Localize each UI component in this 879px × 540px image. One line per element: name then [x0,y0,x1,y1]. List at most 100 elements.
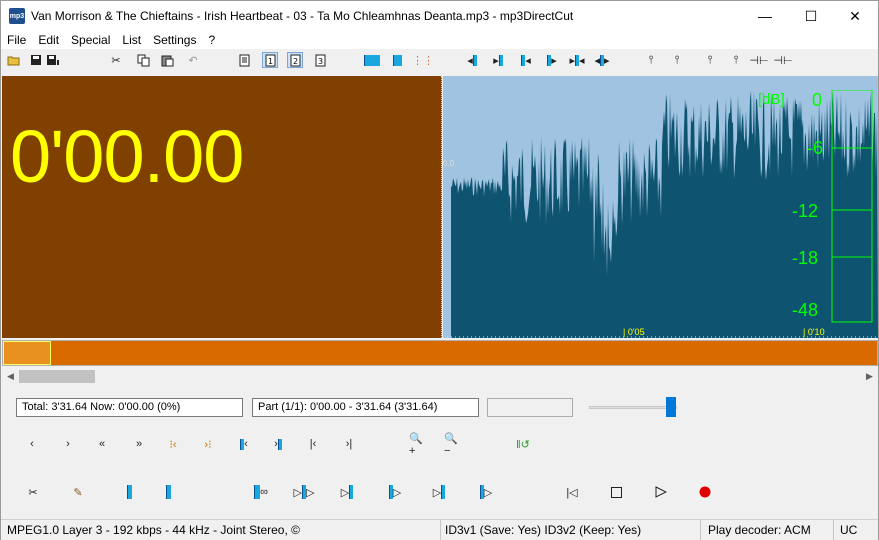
fade-in-icon[interactable]: ⫯ [643,52,659,68]
time-display: 0'00.00 [2,76,442,338]
play-after-icon[interactable]: ▷ [476,483,496,501]
save-icon[interactable] [28,52,44,68]
menu-edit[interactable]: Edit [32,33,65,47]
to-sel-end-icon[interactable]: › [268,435,288,453]
volume-slider-thumb[interactable] [666,397,676,417]
fast-forward-icon[interactable]: » [129,435,149,453]
move-right-icon[interactable]: ▸ [490,52,506,68]
status-id3: ID3v1 (Save: Yes) ID3v2 (Keep: Yes) [441,520,701,540]
horizontal-scrollbar[interactable]: ◀ ▶ [2,368,878,385]
status-decoder: Play decoder: ACM [704,520,834,540]
rewind-icon[interactable]: |◁ [562,483,582,501]
waveform-view[interactable]: 0.0 | 0'05 | 0'10 [dB] 0 -6 -12 -18 -48 [443,76,878,338]
status-bar: MPEG1.0 Layer 3 - 192 kbps - 44 kHz - Jo… [1,519,878,540]
ruler-mark-10s: | 0'10 [803,327,825,337]
cut-icon[interactable]: ✂ [108,52,124,68]
maximize-button[interactable]: ☐ [788,1,834,31]
page-icon[interactable] [236,52,252,68]
position-marker: 0.0 [443,159,455,168]
to-start-icon[interactable]: |‹ [303,435,323,453]
next-marker-icon[interactable]: ›⁝ [198,435,218,453]
to-end-icon[interactable]: ›| [339,435,359,453]
db-48-label: -48 [792,300,819,320]
marker-icon[interactable] [389,52,405,68]
menu-help[interactable]: ? [202,33,221,47]
part-field: Part (1/1): 0'00.00 - 3'31.64 (3'31.64) [252,398,479,417]
page-1-icon[interactable]: 1 [262,52,278,68]
scroll-right-icon[interactable]: ▶ [861,368,878,385]
menu-list[interactable]: List [116,33,147,47]
to-sel-start-icon[interactable]: ‹ [234,435,254,453]
page-2-icon[interactable]: 2 [287,52,303,68]
scroll-left-icon[interactable]: ◀ [2,368,19,385]
play-end-icon[interactable]: ▷ [429,483,449,501]
cue-icon[interactable] [363,52,381,68]
play-to-begin-icon[interactable]: ▷ [337,483,357,501]
marker-pen-icon[interactable]: ✎ [68,483,88,501]
timeline-selection[interactable] [3,341,51,365]
save-split-icon[interactable] [45,52,61,68]
menu-special[interactable]: Special [65,33,116,47]
menu-bar: File Edit Special List Settings ? [1,31,878,49]
set-begin-icon[interactable] [119,483,139,501]
close-button[interactable]: ✕ [832,1,878,31]
fade-out-icon[interactable]: ⫯ [669,52,685,68]
menu-settings[interactable]: Settings [147,33,202,47]
step-back-icon[interactable]: ‹ [22,435,42,453]
play-sel-icon[interactable]: ▷ ▷ [287,483,321,501]
play-icon[interactable] [651,483,671,501]
split-marks-icon[interactable]: ⊣⊢ [773,52,793,68]
scissors-icon[interactable]: ✂ [23,483,43,501]
db-6-label: -6 [807,138,824,158]
menu-file[interactable]: File [1,33,32,47]
move-left-icon[interactable]: ◂ [464,52,480,68]
svg-text:3: 3 [318,57,323,66]
total-now-field: Total: 3'31.64 Now: 0'00.00 (0%) [16,398,243,417]
db-0-label: 0 [812,90,823,110]
app-icon: mp3 [9,8,25,24]
undo-icon[interactable]: ↶ [185,52,201,68]
split-icon[interactable]: ⫯ [728,52,744,68]
overview-timeline[interactable] [2,340,878,366]
level-icon[interactable]: ǁ↺ [513,435,533,453]
level-meter [831,90,873,323]
open-icon[interactable] [6,52,22,68]
status-mode: UC [840,523,858,537]
svg-text:2: 2 [293,57,298,66]
dotted-marker-icon[interactable]: ⋮⋮ [412,52,434,68]
expand-right-icon[interactable]: ◂ ▸ [591,52,613,68]
set-end-icon[interactable] [158,483,178,501]
page-3-icon[interactable]: 3 [312,52,328,68]
stop-icon[interactable] [606,483,626,501]
db-12-label: -12 [792,201,819,221]
ruler-mark-5s: | 0'05 [623,327,645,337]
play-loop-icon[interactable]: ∞ [246,483,276,501]
window-title: Van Morrison & The Chieftains - Irish He… [31,9,574,23]
fade-icon[interactable]: ⫯ [702,52,718,68]
step-forward-icon[interactable]: › [58,435,78,453]
copy-icon[interactable] [135,52,151,68]
scroll-thumb[interactable] [19,370,95,383]
expand-left-icon[interactable]: ▸ ◂ [566,52,588,68]
time-readout: 0'00.00 [10,115,244,198]
record-icon[interactable] [695,483,715,501]
extra-field [487,398,573,417]
cursor-to-right-icon[interactable]: ▸ [544,52,560,68]
db-18-label: -18 [792,248,819,268]
volume-slider-track[interactable] [589,406,677,409]
play-begin-icon[interactable]: ▷ [385,483,405,501]
minimize-button[interactable]: — [742,1,788,31]
status-format: MPEG1.0 Layer 3 - 192 kbps - 44 kHz - Jo… [3,520,441,540]
split-all-icon[interactable]: ⊣⊢ [749,52,769,68]
fast-back-icon[interactable]: « [92,435,112,453]
title-bar: mp3 Van Morrison & The Chieftains - Iris… [1,1,878,31]
paste-icon[interactable] [159,52,175,68]
zoom-out-icon[interactable]: 🔍− [444,433,464,457]
svg-text:1: 1 [268,57,273,66]
main-window: mp3 Van Morrison & The Chieftains - Iris… [0,0,879,540]
db-unit-label: [dB] [758,91,785,108]
toolbar: ✂ ↶ 1 2 3 ⋮⋮ ◂ ▸ ◂ ▸ ▸ ◂ ◂ ▸ ⫯ ⫯ ⫯ ⫯ ⊣⊢ ⊣⊢ [1,49,878,71]
prev-marker-icon[interactable]: ⁝‹ [163,435,183,453]
cursor-to-left-icon[interactable]: ◂ [518,52,534,68]
zoom-in-icon[interactable]: 🔍+ [409,433,429,457]
